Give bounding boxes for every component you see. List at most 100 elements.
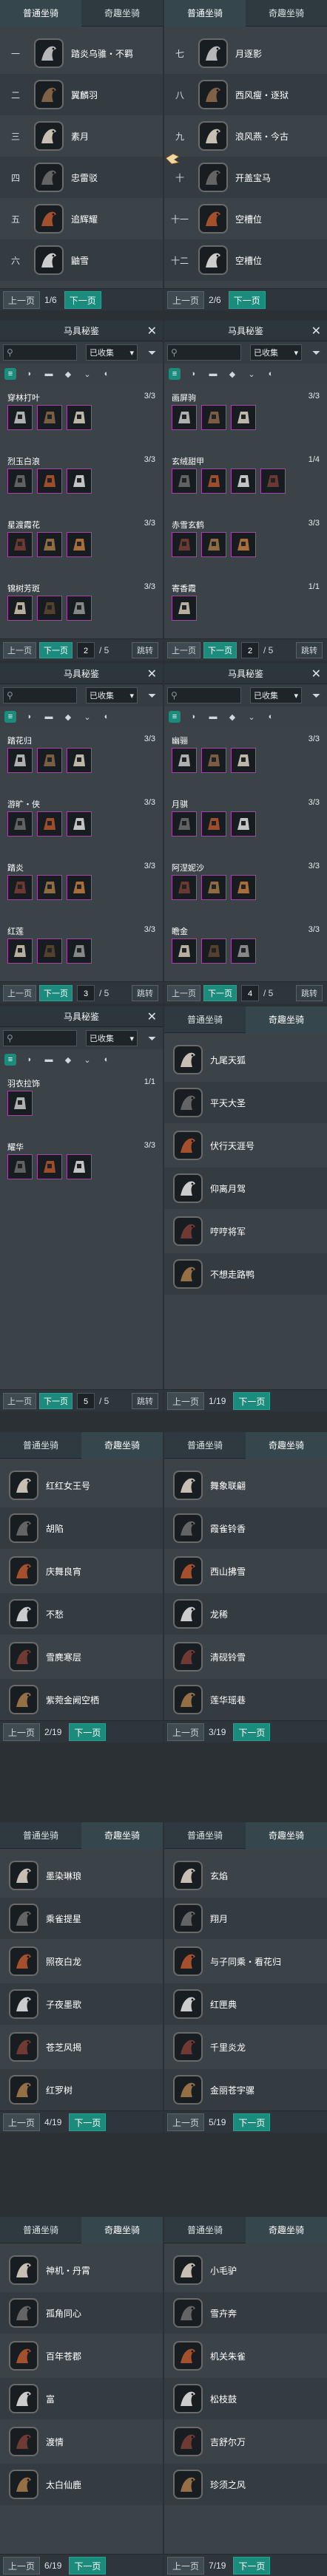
gear-slot-icon[interactable] — [67, 811, 92, 836]
prev-page-button[interactable]: 上一页 — [3, 984, 36, 1001]
collection-filter-select[interactable]: 已收集 ▾ — [86, 1030, 138, 1046]
gear-slot-icon[interactable] — [172, 596, 197, 621]
next-page-button[interactable]: 下一页 — [69, 1723, 107, 1741]
gear-slot-icon[interactable] — [201, 875, 226, 900]
category-wing-icon[interactable]: ⌄ — [81, 368, 93, 380]
mount-row[interactable]: 墨染琳琅 — [0, 1855, 163, 1896]
mount-row[interactable]: 龙稀 — [164, 1593, 327, 1635]
tab-normal-mounts[interactable]: 普通坐骑 — [0, 1432, 81, 1459]
equip-set[interactable]: 羽衣拉饰 1/1 — [0, 1074, 163, 1122]
collection-filter-select[interactable]: 已收集 ▾ — [86, 687, 138, 703]
search-input[interactable]: ⚲ — [167, 344, 241, 361]
mount-row[interactable]: 红红女王号 — [0, 1465, 163, 1506]
tab-special-mounts[interactable]: 奇趣坐骑 — [81, 1822, 163, 1849]
equip-set[interactable]: 耀华 3/3 — [0, 1138, 163, 1185]
gear-slot-icon[interactable] — [67, 596, 92, 621]
mount-row[interactable]: 伏行天涯号 — [164, 1125, 327, 1166]
gear-slot-icon[interactable] — [67, 468, 92, 494]
mount-row[interactable]: 仰离月驾 — [164, 1168, 327, 1209]
mount-row[interactable]: 八 西风瘦・逐狱 — [164, 74, 327, 115]
next-page-button[interactable]: 下一页 — [203, 984, 237, 1001]
prev-page-button[interactable]: 上一页 — [3, 1723, 41, 1741]
prev-page-button[interactable]: 上一页 — [167, 984, 200, 1001]
mount-row[interactable]: 三 素月 — [0, 115, 163, 157]
gear-slot-icon[interactable] — [172, 875, 197, 900]
mount-row[interactable]: 九 浪风燕・今古 — [164, 115, 327, 157]
category-extra-icon[interactable]: ◐ — [265, 711, 277, 723]
mount-row[interactable]: 二 翼麟羽 — [0, 74, 163, 115]
gear-slot-icon[interactable] — [7, 938, 33, 964]
mount-row[interactable]: 红罗树 — [0, 2069, 163, 2110]
page-input[interactable]: 5 — [77, 1392, 95, 1409]
equip-set[interactable]: 瞻金 3/3 — [164, 922, 327, 970]
category-wing-icon[interactable]: ⌄ — [81, 711, 93, 723]
prev-page-button[interactable]: 上一页 — [167, 1723, 205, 1741]
category-wing-icon[interactable]: ⌄ — [81, 1054, 93, 1066]
prev-page-button[interactable]: 上一页 — [167, 2556, 205, 2575]
mount-row[interactable]: 与子同乘・看花归 — [164, 1940, 327, 1982]
gear-slot-icon[interactable] — [37, 468, 62, 494]
mount-row[interactable]: 玄焰 — [164, 1855, 327, 1896]
tab-normal-mounts[interactable]: 普通坐骑 — [0, 2217, 81, 2243]
mount-row[interactable]: 渡情 — [0, 2421, 163, 2462]
equip-set[interactable]: 红莲 3/3 — [0, 922, 163, 970]
mount-row[interactable]: 松枝鼓 — [164, 2378, 327, 2419]
tab-special-mounts[interactable]: 奇趣坐骑 — [246, 2217, 327, 2243]
equip-set[interactable]: 穿林打叶 3/3 — [0, 389, 163, 436]
collection-filter-select[interactable]: 已收集 ▾ — [86, 344, 138, 361]
mount-row[interactable]: 七 月逐影 — [164, 33, 327, 74]
mount-row[interactable]: 四 忠雷驳 — [0, 157, 163, 198]
gear-slot-icon[interactable] — [67, 532, 92, 557]
mount-row[interactable]: 孤角同心 — [0, 2292, 163, 2334]
page-input[interactable]: 3 — [77, 984, 95, 1001]
gear-slot-icon[interactable] — [231, 748, 256, 773]
gear-slot-icon[interactable] — [7, 468, 33, 494]
equip-set[interactable]: 赤雪玄鹤 3/3 — [164, 516, 327, 563]
gear-slot-icon[interactable] — [172, 532, 197, 557]
tab-normal-mounts[interactable]: 普通坐骑 — [0, 0, 81, 27]
tab-special-mounts[interactable]: 奇趣坐骑 — [246, 1432, 327, 1459]
mount-row[interactable]: 翔月 — [164, 1898, 327, 1939]
gear-slot-icon[interactable] — [172, 811, 197, 836]
tab-normal-mounts[interactable]: 普通坐骑 — [164, 1822, 246, 1849]
equip-set[interactable]: 幽骊 3/3 — [164, 732, 327, 779]
category-head-icon[interactable]: ◗ — [188, 368, 200, 380]
gear-slot-icon[interactable] — [231, 938, 256, 964]
mount-row[interactable]: 九尾天狐 — [164, 1039, 327, 1080]
mount-row[interactable]: 雪卉奔 — [164, 2292, 327, 2334]
page-input[interactable]: 2 — [241, 641, 259, 658]
equip-set[interactable]: 踏花归 3/3 — [0, 732, 163, 779]
equip-set[interactable]: 寄香霞 1/1 — [164, 579, 327, 627]
gear-slot-icon[interactable] — [37, 938, 62, 964]
tab-special-mounts[interactable]: 奇趣坐骑 — [246, 1822, 327, 1849]
gear-slot-icon[interactable] — [37, 1154, 62, 1179]
mount-row[interactable]: 西山拂雪 — [164, 1550, 327, 1592]
category-ornament-icon[interactable]: ◆ — [62, 1054, 74, 1066]
mount-row[interactable]: 胡陷 — [0, 1507, 163, 1549]
gear-slot-icon[interactable] — [231, 532, 256, 557]
next-page-button[interactable]: 下一页 — [233, 2556, 271, 2575]
equip-set[interactable]: 烈玉白浪 3/3 — [0, 452, 163, 500]
prev-page-button[interactable]: 上一页 — [3, 1392, 36, 1409]
mount-row[interactable]: 乘雀提星 — [0, 1898, 163, 1939]
gear-slot-icon[interactable] — [7, 596, 33, 621]
category-saddle-icon[interactable]: ▬ — [207, 368, 219, 380]
mount-row[interactable]: 五 追辉耀 — [0, 198, 163, 239]
next-page-button[interactable]: 下一页 — [233, 1391, 271, 1410]
prev-page-button[interactable]: 上一页 — [167, 2113, 205, 2131]
gear-slot-icon[interactable] — [231, 405, 256, 430]
mount-row[interactable]: 不愁 — [0, 1593, 163, 1635]
gear-slot-icon[interactable] — [172, 748, 197, 773]
gear-slot-icon[interactable] — [67, 875, 92, 900]
collection-filter-select[interactable]: 已收集 ▾ — [250, 687, 302, 703]
tab-special-mounts[interactable]: 奇趣坐骑 — [81, 0, 163, 27]
mount-row[interactable]: 莲华瑶巷 — [164, 1679, 327, 1720]
mount-row[interactable]: 十二 空槽位 — [164, 239, 327, 281]
tab-special-mounts[interactable]: 奇趣坐骑 — [246, 1006, 327, 1033]
next-page-button[interactable]: 下一页 — [39, 984, 73, 1001]
search-input[interactable]: ⚲ — [3, 1030, 77, 1046]
mount-row[interactable]: 太白仙鹿 — [0, 2464, 163, 2505]
tab-special-mounts[interactable]: 奇趣坐骑 — [81, 1432, 163, 1459]
gear-slot-icon[interactable] — [7, 405, 33, 430]
equip-set[interactable]: 踏炎 3/3 — [0, 859, 163, 906]
